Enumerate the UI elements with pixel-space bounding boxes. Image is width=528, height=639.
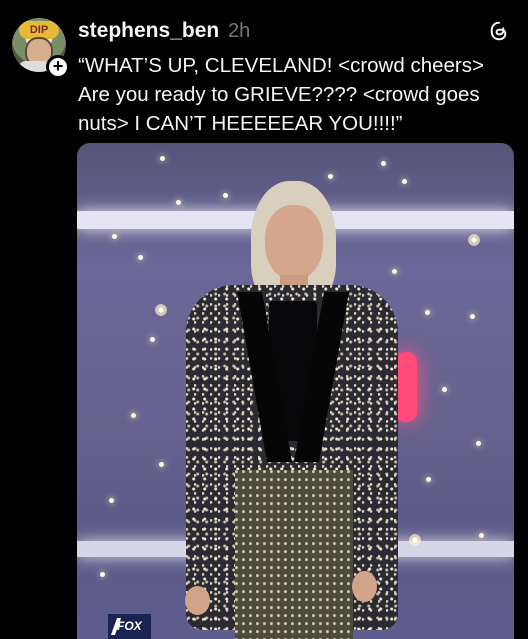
- performer: [177, 181, 407, 639]
- threads-post: DIP + stephens_ben 2h “WHAT’S UP, CLEVEL…: [0, 0, 528, 639]
- post-text: “WHAT’S UP, CLEVELAND! <crowd cheers> Ar…: [78, 54, 484, 135]
- follow-plus-icon[interactable]: +: [46, 55, 70, 79]
- post-time: 2h: [228, 20, 251, 42]
- username[interactable]: stephens_ben: [78, 19, 219, 43]
- fox-logo: FOX: [108, 614, 151, 639]
- threads-icon[interactable]: [488, 20, 510, 42]
- sparkle-burst: [457, 223, 491, 257]
- post-image[interactable]: FOX: [77, 143, 514, 639]
- sparkle-burst: [144, 293, 178, 327]
